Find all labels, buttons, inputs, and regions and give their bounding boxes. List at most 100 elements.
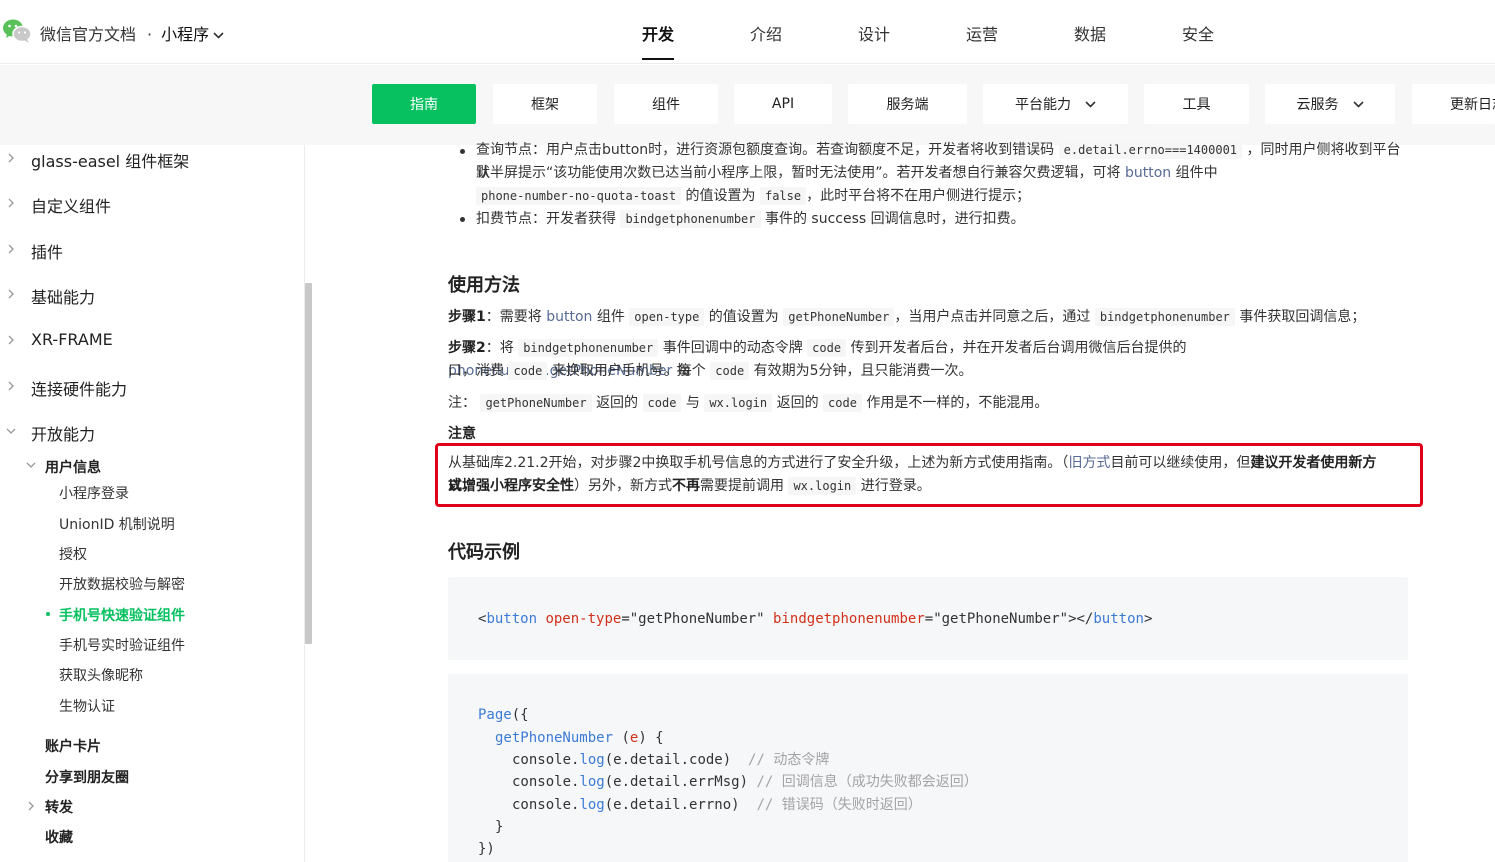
text: 扣费节点：开发者获得 xyxy=(476,211,616,227)
sidebar-item-glass-easel[interactable]: glass-easel 组件框架 xyxy=(31,148,189,172)
code-token: > xyxy=(1143,611,1153,627)
code-token: ) { xyxy=(638,730,664,746)
chevron-right-icon[interactable] xyxy=(25,800,37,812)
sidebar-item-plugins[interactable]: 插件 xyxy=(31,239,63,263)
sidebar-item-basic[interactable]: 基础能力 xyxy=(31,284,95,308)
nav-tab-ops[interactable]: 运营 xyxy=(966,21,998,45)
subnav-tools[interactable]: 工具 xyxy=(1144,84,1249,124)
sidebar-scrollbar[interactable] xyxy=(305,283,312,644)
inline-code: phone-number-no-quota-toast xyxy=(476,187,682,205)
text: 传到开发者后台，并在开发者后台调用微信后台提供的 xyxy=(850,340,1187,356)
code-line: console.log(e.detail.errMsg) // 回调信息（成功失… xyxy=(512,771,978,793)
subnav-components[interactable]: 组件 xyxy=(614,84,718,124)
chevron-down-icon xyxy=(1085,100,1096,108)
code-token: getPhoneNumber xyxy=(495,730,614,746)
code-token: console. xyxy=(512,752,580,768)
inline-code: code xyxy=(508,362,548,380)
code-token: bindgetphonenumber xyxy=(773,611,925,627)
heading-code-example: 代码示例 xyxy=(448,542,520,563)
text: ，当用户点击并同意之后，通过 xyxy=(894,309,1091,325)
note-line: 注： getPhoneNumber 返回的 code 与 wx.login 返回… xyxy=(448,392,1408,415)
code-comment: // 回调信息（成功失败都会返回） xyxy=(756,774,978,790)
button-link[interactable]: button xyxy=(1125,165,1171,181)
code-token: ="getPhoneNumber" xyxy=(924,611,1069,627)
button-link[interactable]: button xyxy=(546,309,592,325)
code-block-js[interactable]: Page({ getPhoneNumber (e) { console.log(… xyxy=(448,674,1408,862)
text: 认半屏提示“该功能使用次数已达当前小程序上限，暂时无法使用”。若开发者想自行兼容… xyxy=(476,165,1121,181)
heading-usage: 使用方法 xyxy=(448,275,520,296)
text: 组件中 xyxy=(1175,165,1218,181)
chevron-right-icon[interactable] xyxy=(5,152,17,164)
subnav-api[interactable]: API xyxy=(734,84,832,124)
wechat-logo-icon[interactable] xyxy=(2,18,32,44)
text: 事件获取回调信息； xyxy=(1239,309,1366,325)
text: 有效期为5分钟，且只能消费一次。 xyxy=(753,363,973,379)
sidebar-item-favorite[interactable]: 收藏 xyxy=(45,827,73,847)
chevron-down-icon[interactable] xyxy=(213,32,224,39)
code-token: } xyxy=(495,819,504,835)
sidebar-item-phone-quick[interactable]: 手机号快速验证组件 xyxy=(59,605,185,625)
sidebar-item-custom-components[interactable]: 自定义组件 xyxy=(31,193,111,217)
subnav-framework[interactable]: 框架 xyxy=(493,84,597,124)
subnav-label: 框架 xyxy=(531,97,559,113)
nav-tab-security[interactable]: 安全 xyxy=(1182,21,1214,45)
chevron-down-icon[interactable] xyxy=(5,425,17,437)
top-header: 微信官方文档 · 小程序 开发 介绍 设计 运营 数据 安全 xyxy=(0,0,1495,64)
inline-code: wx.login xyxy=(704,394,773,412)
sidebar-item-authorize[interactable]: 授权 xyxy=(59,544,87,564)
brand[interactable]: 微信官方文档 · 小程序 xyxy=(40,21,224,45)
code-line: }) xyxy=(478,838,495,860)
sidebar-item-login[interactable]: 小程序登录 xyxy=(59,483,129,503)
subnav-server[interactable]: 服务端 xyxy=(848,84,967,124)
sidebar-item-open-capability[interactable]: 开放能力 xyxy=(31,421,95,445)
chevron-down-icon[interactable] xyxy=(25,459,37,471)
text: 事件的 success 回调信息时，进行扣费。 xyxy=(764,211,1025,227)
nav-tab-dev[interactable]: 开发 xyxy=(642,21,675,60)
inline-code: code xyxy=(710,362,750,380)
chevron-right-icon[interactable] xyxy=(5,243,17,255)
chevron-right-icon[interactable] xyxy=(5,380,17,392)
subnav-platform[interactable]: 平台能力 xyxy=(983,84,1128,124)
list-item-cont: phone-number-no-quota-toast 的值设置为 false，… xyxy=(476,185,1411,208)
code-token: (e.detail.errno) xyxy=(604,797,757,813)
text: 口，消费 xyxy=(448,363,504,379)
sidebar-item-xr-frame[interactable]: XR-FRAME xyxy=(31,330,113,349)
nav-tab-data[interactable]: 数据 xyxy=(1074,21,1106,45)
code-token: ="getPhoneNumber" xyxy=(621,611,765,627)
step-label: 步骤2 xyxy=(448,340,486,356)
sidebar-item-unionid[interactable]: UnionID 机制说明 xyxy=(59,514,175,534)
sidebar-item-biometric[interactable]: 生物认证 xyxy=(59,696,115,716)
code-token: log xyxy=(579,797,605,813)
sidebar-item-account-card[interactable]: 账户卡片 xyxy=(45,736,101,756)
inline-code: getPhoneNumber xyxy=(783,308,895,326)
brand-separator: · xyxy=(147,25,153,44)
text: 返回的 xyxy=(776,395,819,411)
step-2-cont: 口，消费 code 来换取用户手机号。每个 code 有效期为5分钟，且只能消费… xyxy=(448,360,1408,383)
subnav-cloud[interactable]: 云服务 xyxy=(1265,84,1395,124)
current-item-bullet xyxy=(46,612,50,616)
brand-title[interactable]: 微信官方文档 xyxy=(40,25,136,44)
nav-tab-design[interactable]: 设计 xyxy=(858,21,890,45)
sidebar-item-decrypt[interactable]: 开放数据校验与解密 xyxy=(59,574,185,594)
inline-code: code xyxy=(642,394,682,412)
sidebar-item-avatar[interactable]: 获取头像昵称 xyxy=(59,665,143,685)
code-token: log xyxy=(579,774,605,790)
subnav-guide[interactable]: 指南 xyxy=(372,84,476,124)
sidebar-item-forward[interactable]: 转发 xyxy=(45,797,73,817)
sidebar-item-share-moments[interactable]: 分享到朋友圈 xyxy=(45,767,129,787)
sidebar-item-hardware[interactable]: 连接硬件能力 xyxy=(31,376,127,400)
nav-tab-intro[interactable]: 介绍 xyxy=(750,21,782,45)
subnav-label: 更新日志 xyxy=(1450,97,1495,113)
code-token: ( xyxy=(613,730,630,746)
product-switcher[interactable]: 小程序 xyxy=(161,25,209,44)
chevron-right-icon[interactable] xyxy=(5,197,17,209)
code-block-wxml[interactable]: <button open-type="getPhoneNumber" bindg… xyxy=(448,577,1408,660)
subnav-changelog[interactable]: 更新日志 xyxy=(1412,84,1495,124)
sidebar-item-phone-realtime[interactable]: 手机号实时验证组件 xyxy=(59,635,185,655)
chevron-right-icon[interactable] xyxy=(5,288,17,300)
chevron-right-icon[interactable] xyxy=(5,334,17,346)
inline-code: code xyxy=(823,394,862,412)
text: 返回的 xyxy=(596,395,639,411)
subnav-label: 组件 xyxy=(652,97,680,113)
sidebar-item-user-info[interactable]: 用户信息 xyxy=(45,457,101,477)
